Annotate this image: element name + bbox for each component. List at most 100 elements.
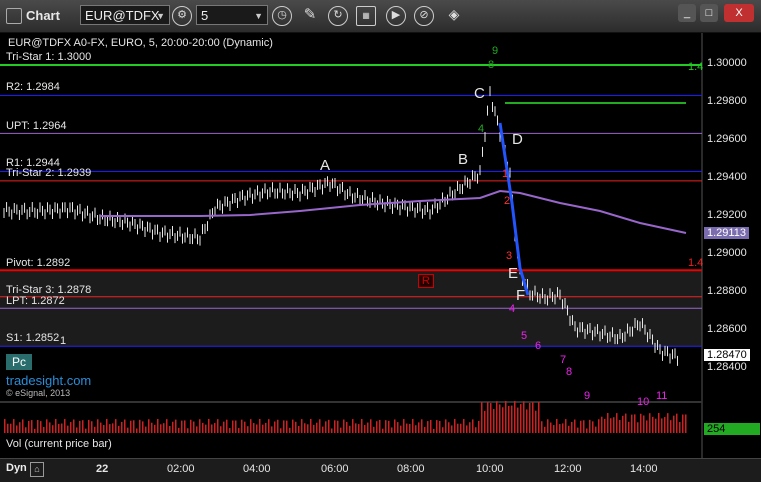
pencil-icon[interactable]: ✎ — [300, 6, 320, 26]
volume-bar — [49, 422, 51, 433]
price-chart[interactable] — [0, 33, 761, 458]
volume-bar — [658, 413, 660, 433]
volume-bar — [67, 425, 69, 433]
volume-bar — [667, 413, 669, 433]
volume-bar — [526, 409, 528, 433]
volume-bar — [589, 419, 591, 433]
volume-bar — [85, 428, 87, 433]
play-icon[interactable]: ▶ — [386, 6, 406, 26]
settings-gear-icon[interactable]: ⚙ — [172, 6, 192, 26]
link-icon[interactable]: ⊘ — [414, 6, 434, 26]
volume-pane-separator — [0, 401, 702, 403]
tag-icon[interactable]: ◈ — [444, 6, 464, 26]
chart-area[interactable]: EUR@TDFX A0-FX, EURO, 5, 20:00-20:00 (Dy… — [0, 33, 761, 458]
chevron-down-icon[interactable]: ▼ — [254, 6, 263, 26]
volume-bar — [91, 421, 93, 433]
volume-bar — [583, 420, 585, 433]
volume-bar — [166, 419, 168, 433]
volume-bar — [649, 413, 651, 433]
volume-bar — [559, 424, 561, 433]
volume-bar — [235, 420, 237, 433]
volume-bar — [457, 423, 459, 433]
volume-bar — [364, 425, 366, 433]
volume-bar — [676, 413, 678, 433]
interval-value: 5 — [201, 8, 209, 23]
volume-bar — [250, 419, 252, 433]
count-label: 3 — [506, 250, 513, 262]
volume-bar — [568, 425, 570, 433]
volume-bar — [202, 422, 204, 433]
pc-button[interactable]: Pc — [6, 354, 32, 370]
volume-bar — [355, 423, 357, 433]
volume-bar — [328, 419, 330, 433]
clock-icon[interactable]: ◷ — [272, 6, 292, 26]
volume-bar — [436, 420, 438, 433]
price-axis-tick: 1.29400 — [707, 171, 747, 183]
volume-bar — [466, 425, 468, 433]
volume-bar — [295, 421, 297, 433]
refresh-icon[interactable]: ↻ — [328, 6, 348, 26]
count-label: 9 — [584, 390, 591, 402]
volume-bar — [592, 421, 594, 433]
last-price-tag: 1.28470 — [704, 349, 750, 361]
volume-bar — [133, 420, 135, 433]
volume-bar — [220, 426, 222, 433]
volume-bar — [493, 409, 495, 433]
volume-bar — [553, 425, 555, 433]
count-label: 5 — [521, 330, 528, 342]
time-tick: 12:00 — [554, 463, 582, 475]
volume-bar — [160, 424, 162, 433]
volume-bar — [661, 418, 663, 433]
maximize-button[interactable]: □ — [700, 4, 718, 22]
volume-bar — [97, 419, 99, 433]
volume-bar — [478, 420, 480, 433]
volume-bar — [415, 425, 417, 433]
ma-value-tag: 1.29113 — [704, 227, 749, 239]
interval-input[interactable]: 5 ▼ — [196, 5, 268, 25]
dyn-label[interactable]: Dyn — [6, 462, 27, 474]
volume-bar — [523, 401, 525, 433]
lock-icon[interactable]: ⌂ — [30, 462, 44, 477]
volume-bar — [73, 419, 75, 433]
volume-bar — [19, 422, 21, 433]
volume-bar — [34, 428, 36, 433]
close-button[interactable]: X — [724, 4, 754, 22]
volume-bar — [253, 423, 255, 433]
right-edge-tag: 1.4 — [688, 257, 704, 269]
volume-bar — [28, 420, 30, 433]
volume-bar — [391, 427, 393, 433]
volume-bar — [61, 423, 63, 433]
volume-bar — [196, 426, 198, 433]
time-tick: 02:00 — [167, 463, 195, 475]
volume-bar — [535, 410, 537, 433]
volume-bar — [376, 421, 378, 433]
volume-bar — [586, 428, 588, 433]
volume-bar — [316, 422, 318, 433]
volume-bar — [448, 422, 450, 433]
chevron-down-icon[interactable]: ▼ — [156, 6, 165, 26]
symbol-input[interactable]: EUR@TDFX ▼ — [80, 5, 170, 25]
volume-bar — [247, 426, 249, 433]
volume-bar — [226, 419, 228, 433]
volume-bar — [169, 426, 171, 433]
volume-bar — [187, 428, 189, 433]
volume-bar — [70, 422, 72, 433]
level-label-s1: S1: 1.2852 — [6, 332, 60, 344]
volume-bar — [46, 419, 48, 433]
volume-bar — [616, 413, 618, 433]
volume-bar — [190, 419, 192, 433]
volume-bar — [412, 419, 414, 433]
volume-bar — [259, 419, 261, 433]
volume-bar — [82, 420, 84, 433]
volume-bar — [637, 422, 639, 433]
volume-bar — [181, 420, 183, 433]
volume-bar — [340, 427, 342, 433]
price-axis-tick: 1.28800 — [707, 285, 747, 297]
keyboard-icon[interactable]: ▦ — [356, 6, 376, 26]
volume-bar — [460, 423, 462, 433]
annotation-f: F — [516, 287, 526, 304]
volume-bar — [205, 424, 207, 433]
volume-bar — [334, 420, 336, 433]
volume-bar — [217, 419, 219, 433]
minimize-button[interactable]: _ — [678, 4, 696, 22]
